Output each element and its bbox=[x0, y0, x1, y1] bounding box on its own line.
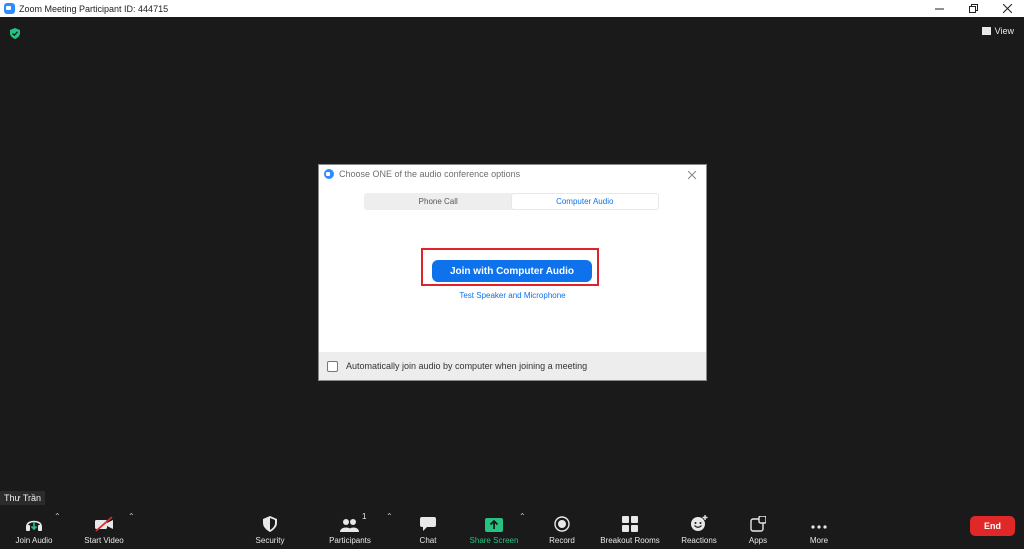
minimize-icon bbox=[934, 8, 944, 10]
zoom-dialog-icon bbox=[324, 169, 334, 179]
share-screen-label: Share Screen bbox=[469, 536, 519, 545]
chat-label: Chat bbox=[419, 536, 437, 545]
more-dots-icon bbox=[811, 525, 827, 529]
dialog-title: Choose ONE of the audio conference optio… bbox=[339, 169, 521, 179]
meeting-toolbar: Join Audio ⌃ Start Video ⌃ Security Part… bbox=[0, 506, 1024, 549]
dialog-close-button[interactable] bbox=[687, 168, 699, 180]
dialog-header: Choose ONE of the audio conference optio… bbox=[319, 165, 706, 183]
grid-view-icon bbox=[981, 27, 991, 35]
title-bar: Zoom Meeting Participant ID: 444715 bbox=[0, 0, 1024, 17]
record-label: Record bbox=[549, 536, 575, 545]
minimize-button[interactable] bbox=[922, 0, 956, 17]
restore-button[interactable] bbox=[956, 0, 990, 17]
audio-options-caret-icon[interactable]: ⌃ bbox=[54, 512, 61, 521]
more-label: More bbox=[809, 536, 829, 545]
close-icon bbox=[1002, 4, 1012, 13]
view-label: View bbox=[994, 26, 1014, 36]
apps-button[interactable]: Apps bbox=[744, 506, 772, 549]
close-icon bbox=[687, 170, 697, 180]
security-label: Security bbox=[255, 536, 285, 545]
window-controls bbox=[922, 0, 1024, 17]
share-screen-icon bbox=[485, 518, 503, 532]
reactions-smiley-icon bbox=[691, 515, 708, 531]
participants-count: 1 bbox=[362, 512, 367, 521]
join-computer-audio-button[interactable]: Join with Computer Audio bbox=[432, 260, 592, 282]
test-speaker-link-text[interactable]: Test Speaker and Microphone bbox=[459, 291, 565, 300]
audio-options-dialog: Choose ONE of the audio conference optio… bbox=[319, 165, 706, 380]
encryption-shield-icon[interactable] bbox=[10, 26, 20, 44]
share-screen-button[interactable]: Share Screen bbox=[466, 506, 522, 549]
participants-icon bbox=[340, 519, 359, 532]
share-options-caret-icon[interactable]: ⌃ bbox=[519, 512, 526, 521]
auto-join-label: Automatically join audio by computer whe… bbox=[346, 361, 588, 371]
chat-button[interactable]: Chat bbox=[414, 506, 442, 549]
reactions-label: Reactions bbox=[681, 536, 717, 545]
breakout-rooms-label: Breakout Rooms bbox=[600, 536, 660, 545]
headphones-icon bbox=[26, 520, 42, 531]
video-options-caret-icon[interactable]: ⌃ bbox=[128, 512, 135, 521]
auto-join-checkbox[interactable] bbox=[327, 360, 338, 372]
start-video-label: Start Video bbox=[84, 536, 124, 545]
tab-computer-audio[interactable]: Computer Audio bbox=[511, 194, 658, 209]
restore-icon bbox=[968, 4, 978, 13]
participant-name-tag: Thư Trần bbox=[0, 491, 46, 505]
breakout-rooms-button[interactable]: Breakout Rooms bbox=[596, 506, 664, 549]
security-shield-icon bbox=[263, 516, 277, 532]
test-speaker-link: Test Speaker and Microphone bbox=[319, 291, 706, 300]
participants-button[interactable]: Participants bbox=[324, 506, 376, 549]
tab-phone-call[interactable]: Phone Call bbox=[365, 194, 512, 209]
zoom-app-icon bbox=[4, 3, 15, 14]
view-button[interactable]: View bbox=[981, 26, 1014, 36]
security-button[interactable]: Security bbox=[250, 506, 290, 549]
join-audio-button[interactable]: Join Audio bbox=[10, 506, 58, 549]
record-button[interactable]: Record bbox=[544, 506, 580, 549]
end-meeting-button[interactable]: End bbox=[970, 516, 1015, 536]
close-window-button[interactable] bbox=[990, 0, 1024, 17]
window-title: Zoom Meeting Participant ID: 444715 bbox=[19, 3, 169, 14]
chat-icon bbox=[420, 517, 436, 531]
participants-label: Participants bbox=[329, 536, 371, 545]
dialog-footer: Automatically join audio by computer whe… bbox=[319, 352, 706, 380]
more-button[interactable]: More bbox=[804, 506, 834, 549]
reactions-button[interactable]: Reactions bbox=[678, 506, 720, 549]
video-off-icon bbox=[95, 516, 113, 532]
participants-caret-icon[interactable]: ⌃ bbox=[386, 512, 393, 521]
join-audio-label: Join Audio bbox=[15, 536, 53, 545]
start-video-button[interactable]: Start Video bbox=[78, 506, 130, 549]
apps-icon bbox=[750, 516, 766, 532]
audio-tabs: Phone Call Computer Audio bbox=[364, 193, 659, 210]
record-icon bbox=[554, 516, 570, 532]
breakout-rooms-icon bbox=[622, 516, 638, 532]
apps-label: Apps bbox=[748, 536, 768, 545]
